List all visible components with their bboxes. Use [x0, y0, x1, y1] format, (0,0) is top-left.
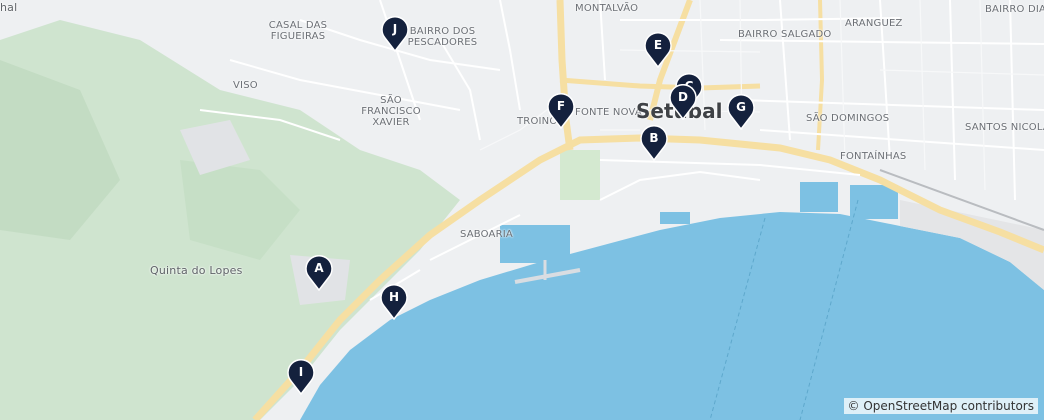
marker-label: E — [653, 38, 663, 52]
map-marker-h[interactable]: H — [380, 284, 408, 320]
place-label: SABOARIA — [460, 229, 513, 240]
place-label: SÃO FRANCISCO XAVIER — [361, 95, 421, 128]
map-marker-j[interactable]: J — [381, 16, 409, 52]
map-marker-f[interactable]: F — [547, 93, 575, 129]
marker-label: H — [388, 290, 400, 304]
green-patch — [560, 150, 600, 200]
map-attribution[interactable]: © OpenStreetMap contributors — [843, 398, 1038, 414]
osm-attribution-link[interactable]: © OpenStreetMap contributors — [848, 399, 1034, 413]
map-marker-i[interactable]: I — [287, 359, 315, 395]
marker-label: D — [678, 90, 688, 104]
marker-label: A — [314, 261, 324, 275]
dock — [660, 212, 690, 224]
map-basemap[interactable] — [0, 0, 1044, 420]
marker-label: I — [298, 365, 304, 379]
marker-label: J — [392, 22, 398, 36]
place-label: VISO — [233, 80, 258, 91]
place-label: Quinta do Lopes — [150, 264, 243, 277]
map-marker-a[interactable]: A — [305, 255, 333, 291]
map-marker-d[interactable]: D — [669, 84, 697, 120]
dock — [800, 182, 838, 212]
map-marker-b[interactable]: B — [640, 125, 668, 161]
main-avenue — [816, 0, 825, 151]
place-label: CASAL DAS FIGUEIRAS — [268, 20, 328, 42]
place-label: MONTALVÃO — [575, 3, 639, 14]
map-view[interactable]: CASAL DAS FIGUEIRAS BAIRRO DOS PESCADORE… — [0, 0, 1044, 420]
place-label: FONTAÍNHAS — [840, 151, 907, 162]
place-label: BAIRRO DIAS — [985, 4, 1044, 15]
place-label: BAIRRO DOS PESCADORES — [407, 26, 478, 48]
marker-label: G — [736, 100, 746, 114]
place-label: hal — [0, 1, 18, 14]
map-marker-e[interactable]: E — [644, 32, 672, 68]
marker-label: B — [649, 131, 659, 145]
place-label: BAIRRO SALGADO — [738, 29, 832, 40]
marker-label: F — [556, 99, 566, 113]
place-label: ARANGUEZ — [845, 18, 903, 29]
place-label: SANTOS NICOLAU — [965, 122, 1044, 133]
map-marker-g[interactable]: G — [727, 94, 755, 130]
place-label: FONTE NOVA — [575, 107, 642, 118]
place-label: SÃO DOMINGOS — [806, 113, 890, 124]
